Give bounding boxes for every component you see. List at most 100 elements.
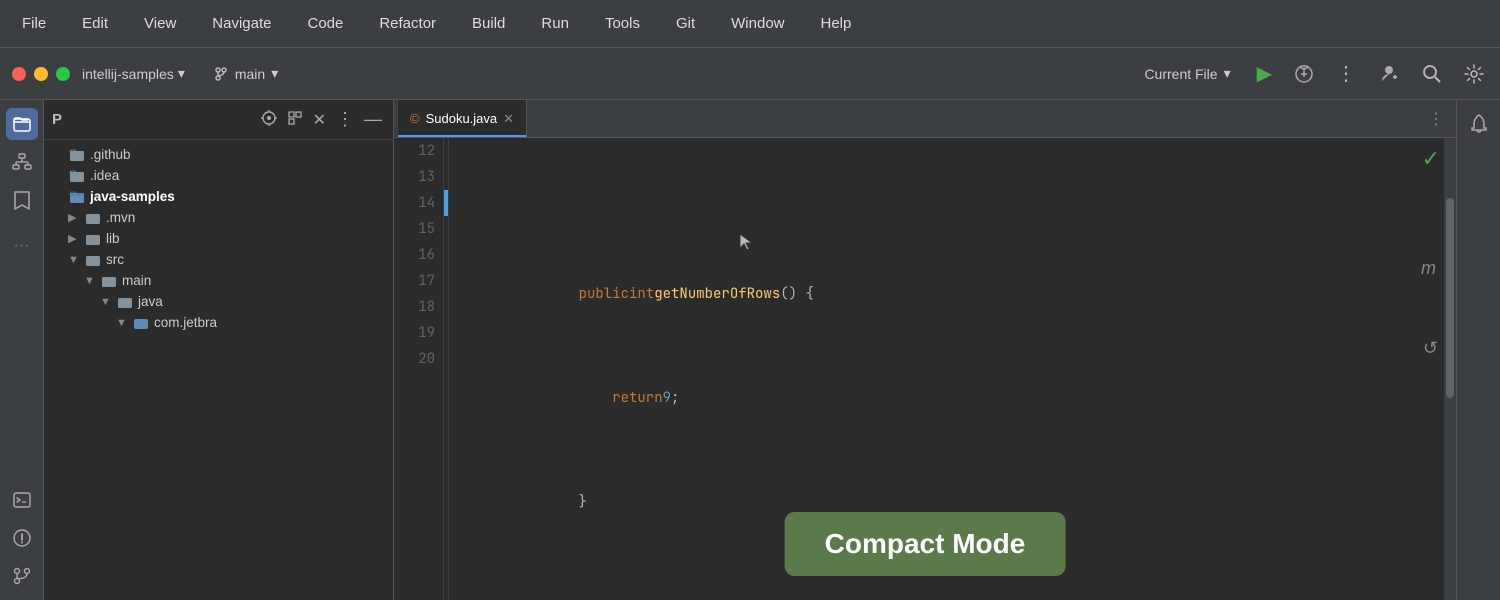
traffic-lights <box>12 67 70 81</box>
main-layout: ··· P <box>0 100 1500 600</box>
editor-tab-sudoku[interactable]: © Sudoku.java ✕ <box>398 100 527 137</box>
file-panel: P <box>44 100 394 600</box>
bell-icon <box>1470 114 1488 134</box>
menu-edit[interactable]: Edit <box>76 11 114 36</box>
panel-collapse-button[interactable]: — <box>361 106 385 133</box>
tree-arrow: ▶ <box>68 232 80 245</box>
folder-icon <box>85 211 101 225</box>
tree-item-src[interactable]: ▼ src <box>44 249 393 270</box>
tree-arrow: ▼ <box>68 254 80 266</box>
code-line-13: public int getNumberOfRows() { <box>461 268 1432 320</box>
minimize-button[interactable] <box>34 67 48 81</box>
folder-icon <box>117 295 133 309</box>
tree-item-label: java-samples <box>90 189 175 204</box>
tree-item-label: lib <box>106 231 120 246</box>
search-icon <box>1422 64 1442 84</box>
folder-icon <box>69 148 85 162</box>
git-icon <box>12 566 32 586</box>
folder-blue-icon <box>133 316 149 330</box>
collapse-all-button[interactable] <box>284 107 306 133</box>
menu-navigate[interactable]: Navigate <box>206 11 277 36</box>
run-config-chevron-icon: ▾ <box>1224 65 1231 82</box>
folder-icon <box>85 232 101 246</box>
debug-button[interactable] <box>1290 60 1318 88</box>
tree-arrow: ▶ <box>68 211 80 224</box>
sidebar-icon-bookmarks[interactable] <box>6 184 38 216</box>
terminal-icon <box>12 490 32 510</box>
branch-icon <box>213 66 229 82</box>
tree-item-label: com.jetbra <box>154 315 217 330</box>
run-config-selector[interactable]: Current File ▾ <box>1144 65 1230 82</box>
undo-icon: ↺ <box>1423 338 1438 359</box>
code-line-16 <box>461 580 1432 600</box>
compact-mode-label: Compact Mode <box>825 528 1026 559</box>
cursor-icon <box>738 232 756 254</box>
menu-window[interactable]: Window <box>725 11 790 36</box>
branch-chevron-icon: ▾ <box>271 65 278 82</box>
tab-label: Sudoku.java <box>426 111 498 126</box>
run-button[interactable]: ▶ <box>1253 57 1276 90</box>
menu-git[interactable]: Git <box>670 11 701 36</box>
tab-more-button[interactable]: ⋮ <box>1420 109 1452 129</box>
sidebar-icon-more[interactable]: ··· <box>6 230 38 262</box>
structure-icon <box>12 152 32 172</box>
folder-icon <box>85 253 101 267</box>
panel-more-button[interactable]: ⋮ <box>333 106 357 133</box>
sidebar-icon-project[interactable] <box>6 108 38 140</box>
tree-item-com-jetbra[interactable]: ▼ com.jetbra <box>44 312 393 333</box>
tree-item-mvn[interactable]: ▶ .mvn <box>44 207 393 228</box>
editor-scrollbar[interactable] <box>1444 138 1456 600</box>
right-sidebar <box>1456 100 1500 600</box>
add-profile-icon <box>1378 63 1400 85</box>
tree-item-label: main <box>122 273 151 288</box>
tree-item-label: .github <box>90 147 131 162</box>
file-panel-actions: ✕ ⋮ — <box>258 106 385 133</box>
menu-bar: File Edit View Navigate Code Refactor Bu… <box>0 0 1500 48</box>
scrollbar-thumb[interactable] <box>1446 198 1454 398</box>
folder-tree-icon <box>12 114 32 134</box>
close-button[interactable] <box>12 67 26 81</box>
settings-icon <box>1464 64 1484 84</box>
sidebar-icon-git[interactable] <box>6 560 38 592</box>
search-icon-btn[interactable] <box>1418 60 1446 88</box>
sidebar-icon-structure[interactable] <box>6 146 38 178</box>
folder-blue-icon <box>69 190 85 204</box>
menu-code[interactable]: Code <box>301 11 349 36</box>
folder-icon <box>101 274 117 288</box>
validation-checkmark: ✓ <box>1422 146 1440 172</box>
menu-file[interactable]: File <box>16 11 52 36</box>
menu-tools[interactable]: Tools <box>599 11 646 36</box>
right-sidebar-notifications[interactable] <box>1463 108 1495 140</box>
sidebar-icon-problems[interactable] <box>6 522 38 554</box>
tree-item-label: java <box>138 294 163 309</box>
tree-arrow: ▼ <box>116 317 128 329</box>
menu-refactor[interactable]: Refactor <box>373 11 442 36</box>
tree-arrow: ▼ <box>84 275 96 287</box>
tree-item-java[interactable]: ▼ java <box>44 291 393 312</box>
bookmarks-m-icon: m <box>1421 258 1436 279</box>
menu-view[interactable]: View <box>138 11 182 36</box>
menu-help[interactable]: Help <box>815 11 858 36</box>
tree-item-main[interactable]: ▼ main <box>44 270 393 291</box>
tree-item-lib[interactable]: ▶ lib <box>44 228 393 249</box>
add-profile-icon[interactable] <box>1374 59 1404 89</box>
tree-item-java-samples[interactable]: java-samples <box>44 186 393 207</box>
left-sidebar: ··· <box>0 100 44 600</box>
settings-icon-btn[interactable] <box>1460 60 1488 88</box>
close-panel-button[interactable]: ✕ <box>310 107 329 133</box>
branch-selector[interactable]: main ▾ <box>213 65 278 82</box>
tab-close-button[interactable]: ✕ <box>503 111 514 127</box>
maximize-button[interactable] <box>56 67 70 81</box>
more-button[interactable]: ⋮ <box>1332 57 1360 90</box>
sidebar-icon-terminal[interactable] <box>6 484 38 516</box>
tree-item-idea[interactable]: .idea <box>44 165 393 186</box>
compact-mode-toast: Compact Mode <box>785 512 1066 576</box>
menu-run[interactable]: Run <box>535 11 575 36</box>
project-name[interactable]: intellij-samples ▾ <box>82 65 185 82</box>
tree-item-label: src <box>106 252 124 267</box>
locate-in-tree-button[interactable] <box>258 107 280 133</box>
cursor-gutter-indicator <box>444 190 448 216</box>
code-line-14: return 9; <box>461 372 1432 424</box>
menu-build[interactable]: Build <box>466 11 511 36</box>
tree-item-github[interactable]: .github <box>44 144 393 165</box>
